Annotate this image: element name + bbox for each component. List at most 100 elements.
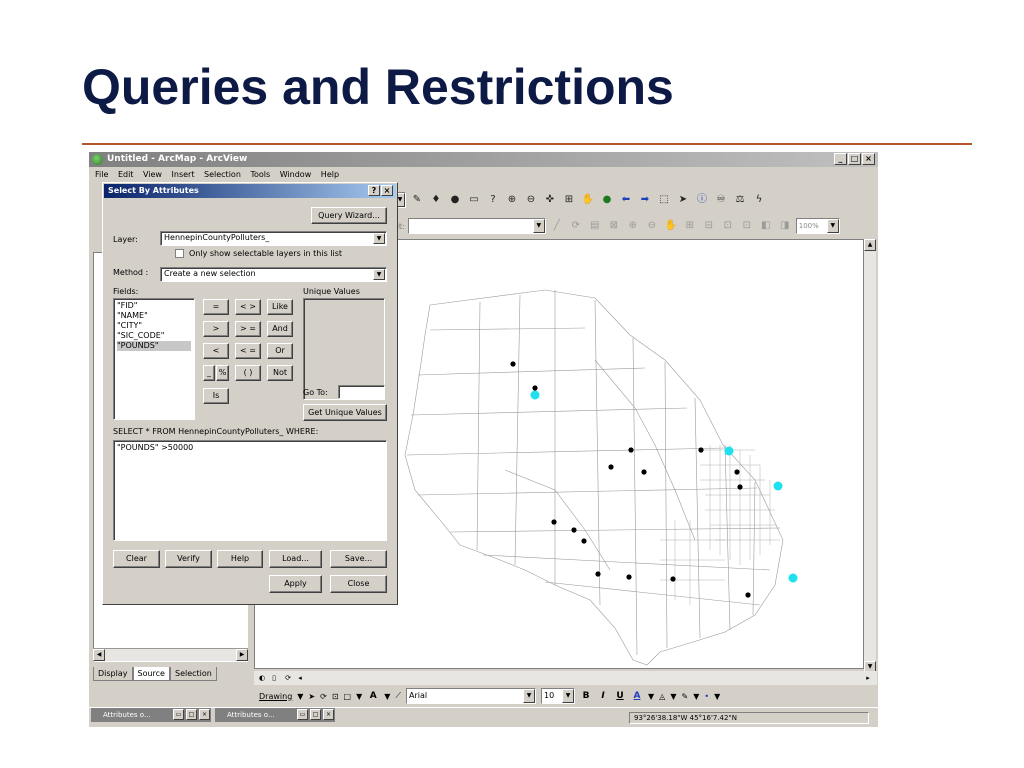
layout-view-page-icon[interactable]: ▯ bbox=[268, 672, 280, 684]
operator-not-equal-button[interactable]: < > bbox=[235, 299, 261, 315]
zoom-out-icon[interactable]: ⊖ bbox=[523, 192, 539, 208]
layer-dropdown[interactable]: HennepinCountyPolluters_ ▼ bbox=[160, 231, 387, 246]
maximize-button[interactable]: □ bbox=[848, 153, 861, 165]
new-text-icon[interactable]: A bbox=[367, 691, 379, 701]
scroll-left-icon[interactable]: ◀ bbox=[93, 649, 105, 661]
sketch-properties-icon[interactable]: ⊠ bbox=[606, 218, 622, 234]
layout-whole-page-icon[interactable]: ⊡ bbox=[720, 218, 736, 234]
sketch-pencil-icon[interactable]: ╱ bbox=[549, 218, 565, 234]
line-color-icon[interactable]: ✎ bbox=[681, 692, 688, 701]
edit-vertices-icon[interactable]: ⟋ bbox=[395, 691, 401, 701]
minimize-button[interactable]: _ bbox=[834, 153, 847, 165]
arctoolbox-icon[interactable]: ♦ bbox=[428, 192, 444, 208]
marker-color-icon[interactable]: • bbox=[704, 692, 709, 701]
operator-underscore-button[interactable]: _ bbox=[203, 365, 215, 381]
find-binoculars-icon[interactable]: ♾ bbox=[713, 192, 729, 208]
chevron-down-icon[interactable]: ▼ bbox=[693, 692, 699, 701]
back-arrow-icon[interactable]: ⬅ bbox=[618, 192, 634, 208]
forward-arrow-icon[interactable]: ➡ bbox=[637, 192, 653, 208]
chevron-down-icon[interactable]: ▼ bbox=[648, 692, 654, 701]
chevron-down-icon[interactable]: ▼ bbox=[670, 692, 676, 701]
operator-percent-button[interactable]: % bbox=[216, 365, 229, 381]
attributes-window-2[interactable]: Attributes o... ▭ □ × bbox=[215, 708, 335, 722]
italic-button[interactable]: I bbox=[597, 691, 609, 701]
menu-window[interactable]: Window bbox=[280, 170, 312, 179]
target-dropdown[interactable]: ▼ bbox=[407, 218, 546, 234]
operator-equals-button[interactable]: = bbox=[203, 299, 229, 315]
fill-color-bucket-icon[interactable]: ◬ bbox=[659, 692, 665, 701]
help-button[interactable]: Help bbox=[217, 550, 263, 568]
menu-selection[interactable]: Selection bbox=[204, 170, 241, 179]
hyperlink-bolt-icon[interactable]: ϟ bbox=[751, 192, 767, 208]
identify-icon[interactable]: ⓘ bbox=[694, 192, 710, 208]
zoom-in-icon[interactable]: ⊕ bbox=[504, 192, 520, 208]
scroll-up-icon[interactable]: ▲ bbox=[864, 239, 876, 251]
operator-and-button[interactable]: And bbox=[267, 321, 293, 337]
select-features-icon[interactable]: ⬚ bbox=[656, 192, 672, 208]
layout-pan-icon[interactable]: ✋ bbox=[663, 218, 679, 234]
close-button[interactable]: × bbox=[199, 709, 210, 720]
tab-display[interactable]: Display bbox=[93, 667, 133, 681]
operator-less-equal-button[interactable]: < = bbox=[235, 343, 261, 359]
select-elements-arrow-icon[interactable]: ➤ bbox=[675, 192, 691, 208]
underline-button[interactable]: U bbox=[614, 691, 626, 701]
whats-this-icon[interactable]: ? bbox=[485, 192, 501, 208]
operator-parens-button[interactable]: ( ) bbox=[235, 365, 261, 381]
editor-pencil-icon[interactable]: ✎ bbox=[409, 192, 425, 208]
chevron-down-icon[interactable]: ▼ bbox=[714, 692, 720, 701]
menu-help[interactable]: Help bbox=[321, 170, 339, 179]
dialog-close-button[interactable]: × bbox=[381, 185, 393, 196]
operator-less-button[interactable]: < bbox=[203, 343, 229, 359]
operator-not-button[interactable]: Not bbox=[267, 365, 293, 381]
save-button[interactable]: Save... bbox=[330, 550, 387, 568]
restore-button[interactable]: ▭ bbox=[173, 709, 184, 720]
only-selectable-checkbox[interactable] bbox=[175, 249, 184, 258]
tab-selection[interactable]: Selection bbox=[169, 667, 217, 681]
map-scroll-right-icon[interactable]: ▸ bbox=[862, 672, 874, 684]
attributes-window-1[interactable]: Attributes o... ▭ □ × bbox=[91, 708, 211, 722]
font-color-icon[interactable]: A bbox=[631, 691, 643, 701]
bold-button[interactable]: B bbox=[580, 691, 592, 701]
clear-button[interactable]: Clear bbox=[113, 550, 160, 568]
command-line-icon[interactable]: ▭ bbox=[466, 192, 482, 208]
full-extent-globe-icon[interactable]: ● bbox=[599, 192, 615, 208]
chevron-down-icon[interactable]: ▼ bbox=[384, 692, 390, 701]
operator-like-button[interactable]: Like bbox=[267, 299, 293, 315]
attributes-icon[interactable]: ▤ bbox=[587, 218, 603, 234]
font-size-dropdown[interactable]: 10 ▼ bbox=[541, 688, 576, 704]
operator-greater-button[interactable]: > bbox=[203, 321, 229, 337]
layout-fixed-out-icon[interactable]: ⊟ bbox=[701, 218, 717, 234]
pan-hand-icon[interactable]: ✋ bbox=[580, 192, 596, 208]
font-dropdown[interactable]: Arial ▼ bbox=[406, 688, 537, 704]
scroll-right-icon[interactable]: ▶ bbox=[236, 649, 248, 661]
maximize-button[interactable]: □ bbox=[310, 709, 321, 720]
tab-source[interactable]: Source bbox=[132, 667, 170, 681]
close-button[interactable]: × bbox=[862, 153, 875, 165]
load-button[interactable]: Load... bbox=[269, 550, 322, 568]
layout-fixed-in-icon[interactable]: ⊞ bbox=[682, 218, 698, 234]
dialog-help-button[interactable]: ? bbox=[368, 185, 380, 196]
fixed-zoom-in-icon[interactable]: ✜ bbox=[542, 192, 558, 208]
drawing-menu[interactable]: Drawing bbox=[259, 692, 292, 701]
expression-textarea[interactable]: "POUNDS" >50000 bbox=[113, 440, 387, 541]
map-vertical-scrollbar[interactable]: ▲ ▼ bbox=[864, 239, 876, 673]
toc-horizontal-scrollbar[interactable]: ◀ ▶ bbox=[93, 648, 248, 661]
refresh-view-icon[interactable]: ⟳ bbox=[282, 672, 294, 684]
goto-input[interactable] bbox=[338, 385, 385, 399]
fields-list[interactable]: "FID" "NAME" "CITY" "SIC_CODE" "POUNDS" bbox=[113, 298, 195, 420]
rectangle-icon[interactable]: □ bbox=[344, 692, 352, 701]
window-titlebar[interactable]: Untitled - ArcMap - ArcView _ □ × bbox=[89, 152, 878, 167]
map-scroll-left-icon[interactable]: ◂ bbox=[294, 672, 306, 684]
maximize-button[interactable]: □ bbox=[186, 709, 197, 720]
close-button[interactable]: × bbox=[323, 709, 334, 720]
layout-zoom-dropdown[interactable]: 100% ▼ bbox=[795, 218, 840, 234]
zoom-to-elements-icon[interactable]: ⊡ bbox=[332, 692, 339, 701]
field-pounds[interactable]: "POUNDS" bbox=[117, 341, 191, 351]
operator-greater-equal-button[interactable]: > = bbox=[235, 321, 261, 337]
menu-edit[interactable]: Edit bbox=[118, 170, 134, 179]
verify-button[interactable]: Verify bbox=[165, 550, 212, 568]
operator-or-button[interactable]: Or bbox=[267, 343, 293, 359]
close-dialog-button[interactable]: Close bbox=[330, 575, 387, 593]
layout-zoom-out-icon[interactable]: ⊖ bbox=[644, 218, 660, 234]
get-unique-values-button[interactable]: Get Unique Values bbox=[303, 404, 387, 421]
